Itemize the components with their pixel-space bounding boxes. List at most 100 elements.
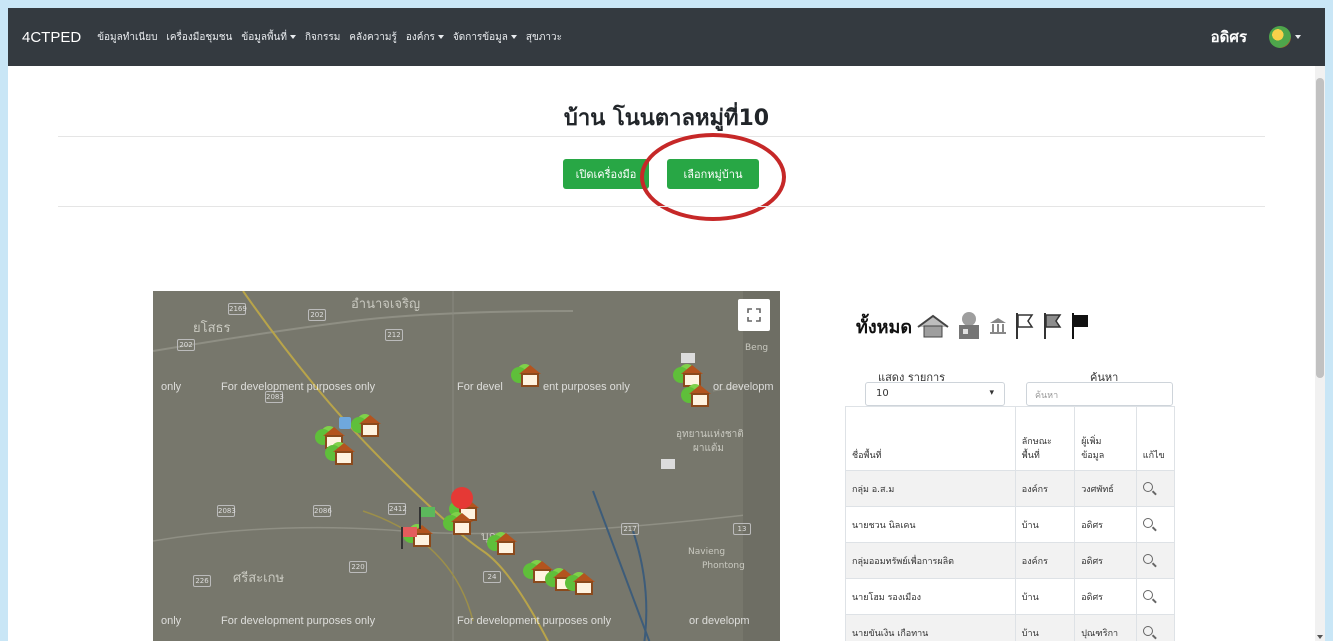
house-marker[interactable] (443, 511, 473, 539)
open-tools-button[interactable]: เปิดเครื่องมือ (563, 159, 649, 189)
search-icon[interactable] (1142, 626, 1153, 636)
search-icon[interactable] (1142, 590, 1153, 600)
gray-flag-icon[interactable] (1042, 312, 1064, 340)
table-row: นายขันเงิน เกือทาน บ้าน ปุณฑริกา (845, 614, 1176, 641)
cell-name: นายชวน นิลเคน (845, 506, 1016, 543)
road-shield: 2412 (388, 503, 407, 515)
panel-title: ทั้งหมด (856, 311, 1098, 341)
government-building-marker[interactable] (661, 459, 675, 469)
map-watermark: only (161, 615, 182, 627)
highlight-annotation-circle (640, 133, 786, 221)
nav-directory[interactable]: ข้อมูลทำเนียบ (97, 30, 157, 45)
road-shield: 2083 (217, 505, 236, 517)
table-row: กลุ่มออมทรัพย์เพื่อการผลิต องค์กร อดิศร (845, 542, 1176, 579)
caret-down-icon (437, 35, 444, 39)
community-marker[interactable] (339, 417, 351, 429)
nav-organization[interactable]: องค์กร (406, 30, 444, 45)
map-view[interactable]: อำนาจเจริญ ยโสธร ศรีสะเกษ อุทยานแห่งชาติ… (153, 291, 780, 641)
nav-community-tools[interactable]: เครื่องมือชุมชน (166, 30, 232, 45)
caret-down-icon (289, 35, 296, 39)
cell-added-by: อดิศร (1074, 578, 1137, 615)
road-shield: 13 (733, 523, 751, 535)
map-watermark: For devel (457, 381, 503, 393)
cell-name: กลุ่ม อ.ส.ม (845, 470, 1016, 507)
table-row: นายชวน นิลเคน บ้าน อดิศร (845, 506, 1176, 543)
map-background (153, 291, 780, 641)
road-shield: 226 (193, 575, 211, 587)
red-flag-marker[interactable] (403, 527, 417, 537)
map-watermark: For development purposes only (221, 615, 376, 627)
user-avatar-icon[interactable] (1269, 26, 1291, 48)
house-icon[interactable] (916, 313, 950, 339)
search-icon[interactable] (1142, 482, 1153, 492)
white-flag-icon[interactable] (1014, 312, 1036, 340)
brand-link[interactable]: 4CTPED (22, 29, 81, 46)
map-place-label: Beng (745, 343, 769, 353)
map-place-label: Navieng (688, 547, 726, 557)
username[interactable]: อดิศร (1211, 25, 1247, 49)
map-watermark: For development purposes only (221, 381, 376, 393)
browser-viewport: 4CTPED ข้อมูลทำเนียบ เครื่องมือชุมชน ข้อ… (8, 8, 1325, 641)
column-header-added-by[interactable]: ผู้เพิ่ม ข้อมูล (1074, 406, 1137, 471)
nav-activities[interactable]: กิจกรรม (305, 30, 340, 45)
road-shield: 24 (483, 571, 501, 583)
cell-name: กลุ่มออมทรัพย์เพื่อการผลิต (845, 542, 1016, 579)
map-place-label: ศรีสะเกษ (233, 571, 285, 586)
house-marker[interactable] (565, 571, 595, 599)
divider (58, 136, 1265, 137)
fullscreen-icon[interactable] (738, 299, 770, 331)
road-shield: 202 (177, 339, 195, 351)
cell-added-by: อดิศร (1074, 542, 1137, 579)
map-watermark: For development purposes only (457, 615, 612, 627)
nav-area-data[interactable]: ข้อมูลพื้นที่ (241, 30, 296, 45)
road-shield: 2169 (228, 303, 247, 315)
page-size-select[interactable]: 10 ▾ (865, 382, 1005, 406)
map-watermark: or developm (713, 381, 774, 393)
search-input[interactable]: ค้นหา (1026, 382, 1173, 406)
house-marker[interactable] (351, 413, 381, 441)
house-marker[interactable] (325, 441, 355, 469)
map-watermark: or developm (689, 615, 750, 627)
page-title: บ้าน โนนตาลหมู่ที่10 (563, 106, 770, 131)
road-shield: 212 (385, 329, 403, 341)
cell-type: บ้าน (1014, 506, 1076, 543)
government-building-marker[interactable] (681, 353, 695, 363)
cell-edit (1135, 506, 1176, 543)
scroll-down-arrow-icon[interactable] (1317, 635, 1323, 639)
map-place-label: ผาแต้ม (693, 443, 725, 454)
cell-edit (1135, 542, 1176, 579)
red-pin-marker[interactable] (451, 487, 473, 509)
cell-added-by: วงศพัทธ์ (1074, 470, 1137, 507)
caret-down-icon[interactable] (1295, 35, 1301, 39)
cell-edit (1135, 614, 1176, 641)
search-icon[interactable] (1142, 518, 1153, 528)
user-menu[interactable]: อดิศร (1211, 8, 1301, 66)
column-header-type[interactable]: ลักษณะ พื้นที่ (1014, 406, 1076, 471)
search-icon[interactable] (1142, 554, 1153, 564)
cell-type: องค์กร (1014, 542, 1076, 579)
column-header-edit[interactable]: แก้ไข (1135, 406, 1176, 471)
nav-wellbeing[interactable]: สุขภาวะ (526, 30, 562, 45)
nav-knowledge[interactable]: คลังความรู้ (349, 30, 397, 45)
column-header-name[interactable]: ชื่อพื้นที่ (845, 406, 1016, 471)
house-marker[interactable] (487, 531, 517, 559)
house-marker[interactable] (511, 363, 541, 391)
cell-added-by: อดิศร (1074, 506, 1137, 543)
divider (58, 206, 1265, 207)
cell-type: บ้าน (1014, 578, 1076, 615)
black-flag-icon[interactable] (1070, 312, 1092, 340)
top-navbar: 4CTPED ข้อมูลทำเนียบ เครื่องมือชุมชน ข้อ… (8, 8, 1325, 66)
map-place-label: ยโสธร (193, 321, 231, 336)
nav-manage-data[interactable]: จัดการข้อมูล (453, 30, 517, 45)
map-watermark: only (161, 381, 182, 393)
map-place-label: อุทยานแห่งชาติ (676, 429, 744, 440)
community-icon[interactable] (956, 311, 982, 341)
table-row: นายโฮม รองเมือง บ้าน อดิศร (845, 578, 1176, 615)
area-table: ชื่อพื้นที่ ลักษณะ พื้นที่ ผู้เพิ่ม ข้อมูล… (845, 406, 1176, 641)
house-marker[interactable] (681, 383, 711, 411)
table-row: กลุ่ม อ.ส.ม องค์กร วงศพัทธ์ (845, 470, 1176, 507)
green-flag-marker[interactable] (421, 507, 435, 517)
road-shield: 2086 (313, 505, 332, 517)
government-building-icon[interactable] (988, 316, 1008, 336)
cell-edit (1135, 470, 1176, 507)
